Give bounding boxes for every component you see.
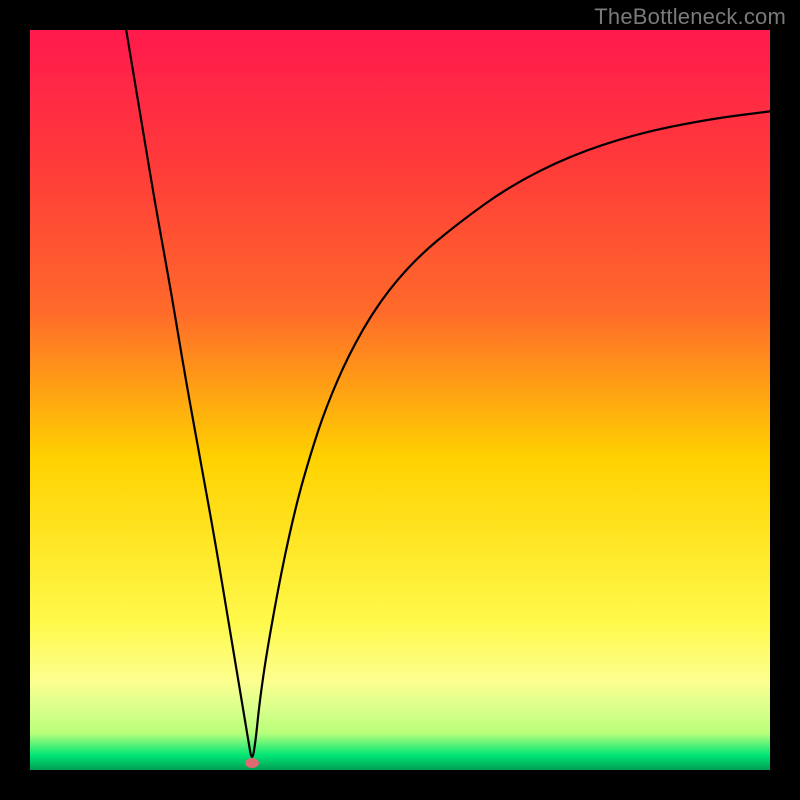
watermark-text: TheBottleneck.com [594,4,786,30]
chart-frame: TheBottleneck.com [0,0,800,800]
plot-area [30,30,770,770]
optimal-point-marker [245,758,259,768]
bottleneck-curve [30,30,770,770]
